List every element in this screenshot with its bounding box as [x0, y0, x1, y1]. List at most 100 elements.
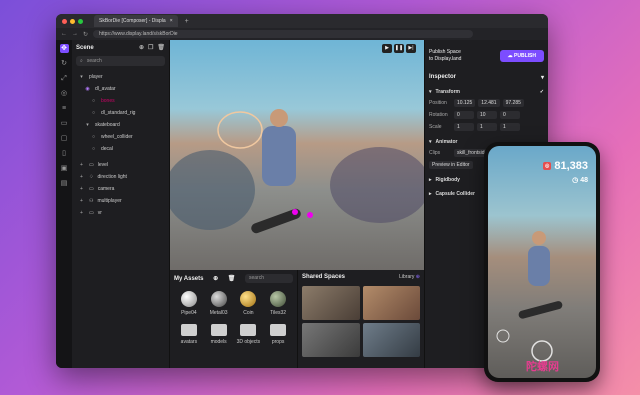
play-icon[interactable]: ▶: [382, 44, 392, 53]
phone-screen: ◎ 81,383 ◷ 48: [488, 146, 596, 378]
space-thumbnail[interactable]: [302, 286, 360, 320]
rotate-tool-icon[interactable]: ↻: [60, 59, 69, 68]
position-z[interactable]: 97.285: [502, 99, 524, 107]
chat-icon[interactable]: ▭: [60, 119, 69, 128]
expand-icon[interactable]: +: [78, 210, 85, 216]
tree-item[interactable]: ○ decal: [76, 143, 165, 155]
pause-icon[interactable]: ❚❚: [394, 44, 404, 53]
library-label: Library: [399, 274, 415, 280]
publish-button[interactable]: ☁ PUBLISH: [499, 50, 544, 62]
assets-search[interactable]: search: [245, 274, 293, 283]
caret-down-icon[interactable]: ▾: [84, 122, 91, 128]
rigidbody-label: Rigidbody: [435, 177, 460, 183]
scale-z[interactable]: 1: [500, 123, 520, 131]
copy-icon[interactable]: ❐: [148, 45, 153, 51]
position-y[interactable]: 12.481: [478, 99, 500, 107]
reload-icon[interactable]: ↻: [83, 31, 88, 38]
folder-item[interactable]: props: [263, 324, 293, 345]
step-icon[interactable]: ▶|: [406, 44, 416, 53]
space-thumbnail[interactable]: [302, 323, 360, 357]
browser-tab[interactable]: SkBorDie [Composer] - Displa ×: [94, 15, 178, 27]
frame-icon[interactable]: ▣: [60, 164, 69, 173]
forward-icon[interactable]: →: [72, 31, 78, 37]
check-icon[interactable]: ✓: [540, 89, 544, 95]
tab-close-icon[interactable]: ×: [170, 18, 173, 24]
tree-item[interactable]: + ▭ vr: [76, 207, 165, 219]
node-icon: ○: [91, 98, 96, 104]
assets-grid: Pipe04 Metal03 Coin Tiles32 avatars mode…: [174, 291, 293, 345]
move-tool-icon[interactable]: ✥: [59, 44, 69, 53]
address-field[interactable]: https://www.display.land/s/skBorDie: [93, 30, 474, 38]
tree-label: camera: [97, 186, 115, 192]
tree-item[interactable]: ○ wheel_collider: [76, 131, 165, 143]
library-add-icon: ⊕: [415, 274, 420, 280]
asset-item[interactable]: Coin: [234, 291, 264, 316]
asset-item[interactable]: Tiles32: [263, 291, 293, 316]
preview-button[interactable]: Preview in Editor: [429, 161, 473, 169]
publish-row: Publish Space to Display.land ☁ PUBLISH: [429, 44, 544, 68]
expand-icon[interactable]: +: [78, 162, 85, 168]
tree-item[interactable]: ▾ skateboard: [76, 119, 165, 131]
assets-title: My Assets: [174, 275, 204, 282]
tree-item[interactable]: + ▭ level: [76, 159, 165, 171]
folder-item[interactable]: models: [204, 324, 234, 345]
add-asset-icon[interactable]: ⊕: [213, 275, 218, 282]
library-link[interactable]: Library ⊕: [399, 274, 420, 280]
search-icon: ⌕: [80, 58, 83, 64]
minimize-dot[interactable]: [70, 18, 75, 24]
expand-icon[interactable]: +: [78, 186, 85, 192]
tree-item[interactable]: ○ bones: [76, 95, 165, 107]
tree-item[interactable]: + ⚇ multiplayer: [76, 195, 165, 207]
scale-tool-icon[interactable]: ⤢: [60, 74, 69, 83]
asset-item[interactable]: Metal03: [204, 291, 234, 316]
position-x[interactable]: 10.125: [454, 99, 476, 107]
expand-icon[interactable]: +: [78, 198, 85, 204]
layers-icon[interactable]: ≡: [60, 104, 69, 113]
tree-item[interactable]: ▾ player: [76, 71, 165, 83]
rotation-z[interactable]: 0: [500, 111, 520, 119]
delete-asset-icon[interactable]: 🗑: [228, 275, 236, 282]
tree-item[interactable]: + ▭ camera: [76, 183, 165, 195]
asset-item[interactable]: Pipe04: [174, 291, 204, 316]
dropdown-icon[interactable]: ▾: [541, 74, 544, 81]
image-icon[interactable]: ▤: [60, 179, 69, 188]
space-thumbnail[interactable]: [362, 323, 420, 357]
scene-viewport[interactable]: ▶ ❚❚ ▶|: [170, 40, 424, 270]
assets-panel: My Assets ⊕ 🗑 search Pipe04 Metal03 Coin…: [170, 270, 298, 368]
scale-y[interactable]: 1: [477, 123, 497, 131]
globe-icon[interactable]: ◎: [60, 89, 69, 98]
transform-section[interactable]: ▾ Transform ✓: [429, 89, 544, 95]
space-thumbnail[interactable]: [362, 286, 420, 320]
caret-right-icon: ▸: [429, 191, 432, 197]
trash-icon[interactable]: 🗑: [157, 45, 165, 51]
position-label: Position: [429, 100, 447, 106]
add-icon[interactable]: ⊕: [139, 45, 144, 51]
new-tab-icon[interactable]: +: [185, 18, 189, 25]
expand-icon[interactable]: +: [78, 174, 85, 180]
scale-x[interactable]: 1: [454, 123, 474, 131]
tree-label: dl_standard_rig: [101, 110, 136, 116]
timer-display: ◷ 48: [572, 176, 588, 184]
phone-icon[interactable]: ▯: [60, 149, 69, 158]
tree-item[interactable]: ○ dl_standard_rig: [76, 107, 165, 119]
url-bar: ← → ↻ https://www.display.land/s/skBorDi…: [56, 28, 548, 40]
folder-item[interactable]: avatars: [174, 324, 204, 345]
scale-row: Scale 1 1 1: [429, 123, 544, 131]
coin-badge-icon: ◎: [542, 162, 552, 170]
tree-item[interactable]: + ♢ direction light: [76, 171, 165, 183]
score-value: 81,383: [554, 160, 588, 172]
maximize-dot[interactable]: [78, 18, 83, 24]
back-icon[interactable]: ←: [61, 31, 67, 37]
caret-down-icon[interactable]: ▾: [78, 74, 85, 80]
rotation-y[interactable]: 10: [477, 111, 497, 119]
viewport-scene-art: [170, 109, 424, 234]
close-dot[interactable]: [62, 18, 67, 24]
publish-button-label: PUBLISH: [514, 53, 536, 59]
folder-item[interactable]: 3D objects: [234, 324, 264, 345]
folder-icon: [240, 324, 257, 336]
rotation-x[interactable]: 0: [454, 111, 474, 119]
scene-search[interactable]: ⌕ search: [76, 56, 165, 66]
rectangle-icon[interactable]: ▢: [60, 134, 69, 143]
tree-item[interactable]: ◉ dl_avatar: [76, 83, 165, 95]
caret-down-icon: ▾: [429, 89, 432, 95]
